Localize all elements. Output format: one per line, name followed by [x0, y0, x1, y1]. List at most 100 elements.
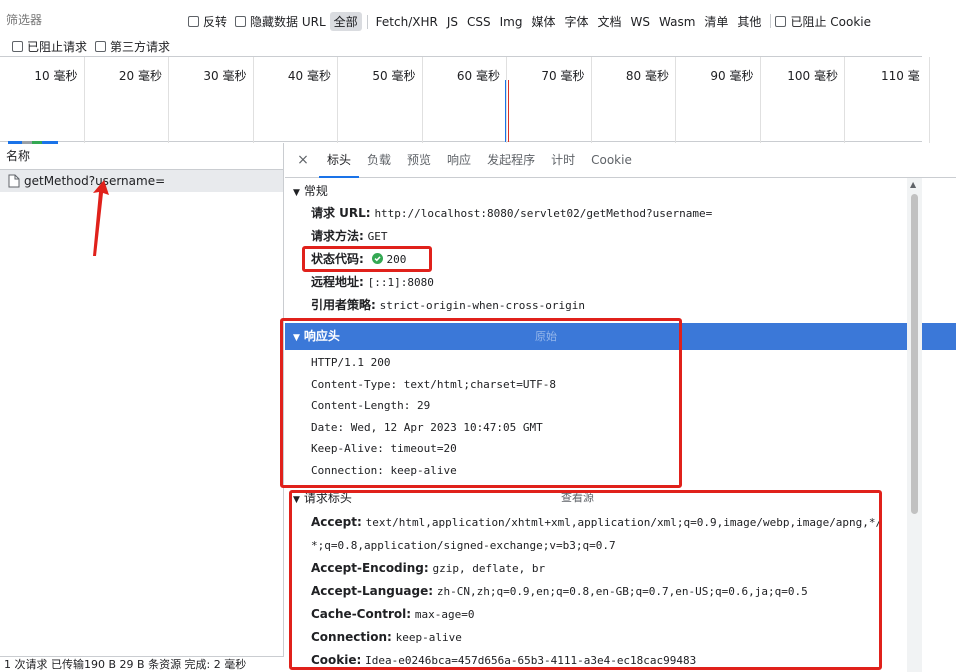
request-method-row: 请求方法: GET	[285, 225, 956, 248]
third-party-checkbox[interactable]	[95, 40, 107, 52]
expand-triangle-icon: ▼	[293, 188, 300, 198]
blocked-requests-label: 已阻止请求	[27, 39, 88, 54]
expand-triangle-icon: ▼	[293, 495, 300, 505]
tab-6[interactable]: Cookie	[583, 143, 640, 178]
request-list: 名称 getMethod?username= 1 次请求 已传输190 B 29…	[0, 143, 284, 672]
accept-encoding-row: Accept-Encoding: gzip, deflate, br	[285, 557, 956, 580]
timeline-tick-label: 40 毫秒	[287, 69, 331, 83]
annotation-arrow	[93, 180, 109, 256]
timeline-tick-label: 60 毫秒	[456, 69, 500, 83]
accept-label: Accept:	[311, 515, 362, 529]
response-header-line: Content-Length: 29	[311, 399, 431, 412]
request-method-value: GET	[367, 230, 388, 243]
cache-control-value: max-age=0	[414, 608, 475, 621]
raw-toggle[interactable]: 原始	[535, 323, 557, 350]
request-method-label: 请求方法:	[311, 229, 364, 243]
request-url-label: 请求 URL:	[311, 206, 371, 220]
accept-language-row: Accept-Language: zh-CN,zh;q=0.9,en;q=0.8…	[285, 580, 956, 603]
tab-1[interactable]: 负载	[359, 143, 399, 178]
timeline-tick-label: 30 毫秒	[203, 69, 247, 83]
status-code-value: 200	[386, 253, 407, 266]
accept-value: text/html,application/xhtml+xml,applicat…	[365, 516, 883, 529]
type-filter-0[interactable]: 全部	[329, 11, 362, 31]
accept-value-continued: *;q=0.8,application/signed-exchange;v=b3…	[311, 539, 616, 552]
tab-3[interactable]: 响应	[439, 143, 479, 178]
accept-row-continued: *;q=0.8,application/signed-exchange;v=b3…	[285, 534, 956, 557]
blocked-cookies-label: 已阻止 Cookie	[790, 14, 871, 29]
third-party-label: 第三方请求	[110, 39, 171, 54]
timeline-tick-label: 20 毫秒	[118, 69, 162, 83]
network-timeline[interactable]: 10 毫秒 20 毫秒 30 毫秒 40 毫秒 50 毫秒 60 毫秒 70 毫秒 80 毫秒…	[0, 56, 930, 144]
timeline-tick-label: 10 毫秒	[34, 69, 78, 83]
hide-data-url-checkbox[interactable]	[235, 15, 247, 27]
connection-value: keep-alive	[395, 631, 462, 644]
divider	[366, 15, 368, 29]
timeline-tick: 10 毫秒	[0, 57, 85, 143]
timeline-tick-label: 70 毫秒	[541, 69, 585, 83]
timeline-tick-label: 100 毫秒	[787, 69, 838, 83]
accept-language-label: Accept-Language:	[311, 584, 434, 598]
general-section-header[interactable]: ▼ 常规	[285, 180, 956, 202]
type-filter-4[interactable]: Img	[496, 14, 527, 30]
dom-content-loaded-marker	[505, 80, 506, 142]
timeline-tick-label: 90 毫秒	[710, 69, 754, 83]
type-filter-2[interactable]: JS	[443, 14, 462, 30]
timeline-tick-label: 80 毫秒	[625, 69, 669, 83]
timeline-tick: 60 毫秒	[423, 57, 507, 143]
accept-row: Accept: text/html,application/xhtml+xml,…	[285, 511, 956, 534]
type-filter-7[interactable]: 文档	[594, 12, 626, 31]
request-url-value: http://localhost:8080/servlet02/getMetho…	[374, 207, 713, 220]
status-ok-icon	[371, 253, 383, 264]
blocked-cookies-checkbox[interactable]	[775, 15, 787, 27]
accept-encoding-label: Accept-Encoding:	[311, 561, 429, 575]
tab-2[interactable]: 预览	[399, 143, 439, 178]
tab-4[interactable]: 发起程序	[479, 143, 543, 178]
type-filter-3[interactable]: CSS	[463, 14, 495, 30]
timeline-tick: 70 毫秒	[507, 57, 592, 143]
response-headers-section-header[interactable]: ▼ 响应头 原始	[285, 323, 956, 350]
timeline-tick-label: 110 毫	[881, 69, 920, 83]
type-filter-11[interactable]: 其他	[733, 12, 765, 31]
timeline-tick: 40 毫秒	[254, 57, 338, 143]
cookie-value: Idea-e0246bca=457d656a-65b3-4111-a3e4-ec…	[365, 654, 697, 667]
timeline-tick: 110 毫	[845, 57, 930, 143]
response-header-line: Keep-Alive: timeout=20	[311, 442, 457, 455]
detail-tabs: × 标头 负载 预览 响应 发起程序 计时 Cookie	[285, 143, 956, 178]
type-filter-5[interactable]: 媒体	[527, 12, 559, 31]
response-header-line: Date: Wed, 12 Apr 2023 10:47:05 GMT	[311, 420, 543, 434]
status-code-row: 状态代码: 200	[285, 248, 956, 271]
remote-address-value: [::1]:8080	[367, 276, 434, 289]
invert-checkbox[interactable]	[188, 15, 199, 27]
request-url-row: 请求 URL: http://localhost:8080/servlet02/…	[285, 202, 956, 225]
status-code-label: 状态代码:	[311, 252, 364, 266]
request-row[interactable]: getMethod?username=	[0, 170, 283, 192]
tab-0[interactable]: 标头	[319, 143, 360, 178]
connection-label: Connection:	[311, 630, 392, 644]
type-filter-1[interactable]: Fetch/XHR	[372, 14, 442, 30]
type-filter-8[interactable]: WS	[627, 14, 654, 30]
type-filter-6[interactable]: 字体	[560, 12, 592, 31]
view-source-button[interactable]: 查看源	[561, 487, 594, 509]
timeline-tick-label: 50 毫秒	[372, 69, 416, 83]
scrollbar-thumb[interactable]	[911, 194, 918, 514]
scroll-up-icon[interactable]: ▲	[910, 180, 916, 189]
cache-control-label: Cache-Control:	[311, 607, 412, 621]
name-column-header[interactable]: 名称	[0, 143, 283, 170]
filter-input[interactable]	[6, 10, 166, 30]
timeline-tick: 30 毫秒	[169, 57, 254, 143]
cookie-row: Cookie: Idea-e0246bca=457d656a-65b3-4111…	[285, 649, 956, 672]
blocked-requests-checkbox[interactable]	[12, 40, 23, 52]
request-headers-title: 请求标头	[303, 491, 352, 505]
type-filter-10[interactable]: 清单	[700, 12, 732, 31]
tab-5[interactable]: 计时	[543, 143, 583, 178]
divider	[770, 14, 772, 28]
close-icon[interactable]: ×	[293, 152, 313, 168]
load-event-marker	[508, 80, 509, 142]
request-headers-section-header[interactable]: ▼ 请求标头 查看源	[285, 487, 956, 509]
type-filter-9[interactable]: Wasm	[655, 14, 699, 30]
timeline-tick: 90 毫秒	[676, 57, 761, 143]
details-scrollbar[interactable]: ▲	[907, 178, 922, 672]
response-header-line: Content-Type: text/html;charset=UTF-8	[311, 377, 557, 391]
summary-status-bar: 1 次请求 已传输190 B 29 B 条资源 完成: 2 毫秒	[0, 656, 284, 672]
timeline-tick: 100 毫秒	[761, 57, 845, 143]
